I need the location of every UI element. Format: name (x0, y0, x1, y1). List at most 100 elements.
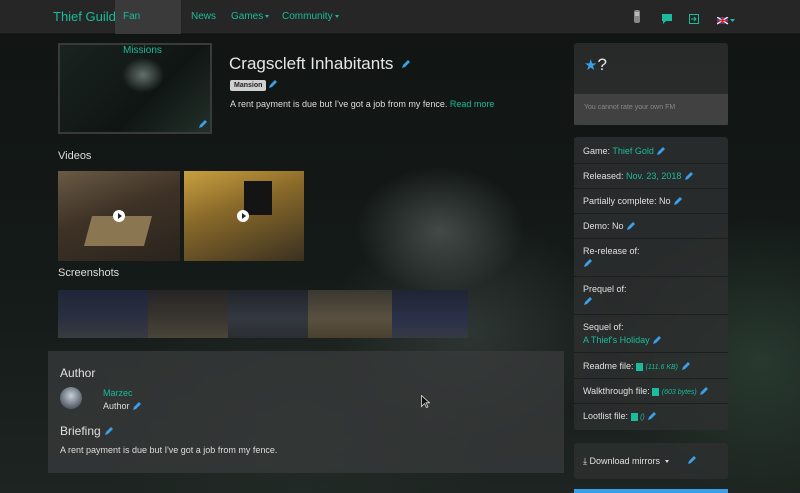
divider (574, 276, 728, 277)
info-walkthrough-size[interactable]: (603 bytes) (662, 389, 697, 396)
file-icon[interactable] (652, 387, 660, 396)
nav-community-label: Community (282, 11, 333, 22)
screenshot-thumbnail[interactable] (392, 290, 468, 338)
caret-down-icon (664, 460, 669, 464)
info-game-link[interactable]: Thief Gold (612, 146, 654, 156)
mission-description-text: A rent payment is due but I've got a job… (230, 99, 448, 109)
checklist-icon[interactable] (630, 412, 638, 421)
author-role: Author (103, 401, 142, 411)
edit-pencil-icon[interactable] (268, 80, 277, 89)
edit-pencil-icon[interactable] (699, 387, 709, 396)
info-partial-value: No (659, 196, 671, 206)
info-released: Released: Nov. 23, 2018 (583, 171, 693, 181)
star-icon[interactable]: ★ (584, 57, 597, 74)
mission-description: A rent payment is due but I've got a job… (230, 99, 494, 109)
login-icon[interactable] (689, 11, 699, 29)
info-rerelease: Re-release of: (583, 246, 640, 268)
mouse-cursor-icon (421, 394, 431, 413)
rating-note: You cannot rate your own FM (584, 104, 676, 111)
briefing-heading: Briefing (60, 424, 114, 438)
rating-value: ★? (584, 55, 607, 75)
edit-pencil-icon[interactable] (401, 60, 411, 69)
screenshot-thumbnail[interactable] (58, 290, 148, 338)
navbar: Thief Guild Fan Missions News Games Comm… (0, 0, 800, 56)
info-sequel-link[interactable]: A Thief's Holiday (583, 335, 650, 345)
info-readme: Readme file: (111.6 KB) (583, 361, 690, 371)
info-readme-size[interactable]: (111.6 KB) (646, 364, 678, 371)
chat-icon[interactable] (662, 11, 672, 29)
caret-down-icon (334, 14, 339, 18)
flag-uk-icon[interactable] (716, 12, 735, 30)
video-scene-window (244, 181, 272, 215)
edit-pencil-icon[interactable] (681, 362, 690, 371)
divider (574, 213, 728, 214)
briefing-text: A rent payment is due but I've got a job… (60, 445, 278, 455)
read-more-link[interactable]: Read more (450, 99, 495, 109)
edit-pencil-icon[interactable] (673, 197, 683, 206)
divider (574, 163, 728, 164)
video-thumbnail[interactable] (184, 171, 304, 261)
screenshots-heading: Screenshots (58, 267, 120, 279)
info-lootlist-label: Lootlist file: (583, 411, 629, 421)
edit-pencil-icon[interactable] (104, 427, 114, 436)
nav-fan-missions[interactable]: Fan Missions (115, 0, 181, 56)
nav-news[interactable]: News (191, 0, 216, 34)
edit-pencil-icon[interactable] (626, 222, 636, 231)
rating-note-area: You cannot rate your own FM (574, 94, 728, 125)
info-demo: Demo: No (583, 221, 636, 231)
edit-pencil-icon[interactable] (684, 172, 693, 181)
mission-tag[interactable]: Mansion (230, 80, 267, 91)
brand-logo[interactable]: Thief Guild (53, 9, 116, 24)
info-lootlist: Lootlist file: () (583, 411, 657, 421)
edit-pencil-icon[interactable] (656, 147, 666, 156)
rating-value-text: ? (597, 55, 607, 74)
play-icon[interactable] (113, 210, 125, 222)
nav-fan-missions-label: Fan Missions (123, 11, 162, 56)
download-mirrors-label: Download mirrors (589, 456, 661, 466)
divider (574, 188, 728, 189)
info-walkthrough-label: Walkthrough file: (583, 386, 650, 396)
download-icon: ⤓ (583, 456, 587, 466)
info-lootlist-size[interactable]: () (640, 414, 645, 421)
author-name-link[interactable]: Marzec (103, 388, 133, 398)
edit-pencil-icon[interactable] (583, 259, 592, 268)
screenshot-thumbnail[interactable] (228, 290, 308, 338)
edit-pencil-icon[interactable] (687, 456, 696, 465)
info-sequel-label: Sequel of: (583, 322, 624, 332)
info-walkthrough: Walkthrough file: (603 bytes) (583, 386, 709, 396)
info-sequel: Sequel of: A Thief's Holiday (583, 322, 662, 345)
play-icon[interactable] (237, 210, 249, 222)
author-avatar[interactable] (60, 387, 82, 409)
nav-community[interactable]: Community (282, 0, 339, 34)
screenshot-thumbnail[interactable] (308, 290, 392, 338)
divider (574, 314, 728, 315)
edit-pencil-icon[interactable] (652, 336, 662, 345)
next-button-edge[interactable] (574, 489, 728, 493)
mission-title: Cragscleft Inhabitants (229, 54, 411, 74)
info-readme-label: Readme file: (583, 361, 634, 371)
info-released-link[interactable]: Nov. 23, 2018 (626, 171, 681, 181)
info-game-label: Game: (583, 146, 611, 156)
divider (574, 352, 728, 353)
user-avatar-icon[interactable] (633, 10, 641, 28)
info-rerelease-label: Re-release of: (583, 246, 640, 256)
caret-down-icon (265, 14, 270, 18)
video-thumbnail[interactable] (58, 171, 180, 261)
info-game: Game: Thief Gold (583, 146, 666, 156)
info-demo-value: No (612, 221, 624, 231)
briefing-heading-text: Briefing (60, 424, 101, 438)
screenshot-thumbnail[interactable] (148, 290, 228, 338)
file-icon[interactable] (636, 362, 644, 371)
rating-card: ★? You cannot rate your own FM (574, 43, 728, 125)
edit-pencil-icon[interactable] (583, 297, 592, 306)
edit-pencil-icon[interactable] (198, 120, 207, 129)
edit-pencil-icon[interactable] (132, 402, 142, 411)
nav-games[interactable]: Games (231, 0, 270, 34)
nav-games-label: Games (231, 11, 264, 22)
info-partial-label: Partially complete: (583, 196, 657, 206)
download-mirrors-button[interactable]: ⤓ Download mirrors (583, 456, 669, 467)
videos-heading: Videos (58, 150, 92, 162)
info-released-label: Released: (583, 171, 624, 181)
edit-pencil-icon[interactable] (647, 412, 657, 421)
mission-title-text: Cragscleft Inhabitants (229, 54, 394, 73)
